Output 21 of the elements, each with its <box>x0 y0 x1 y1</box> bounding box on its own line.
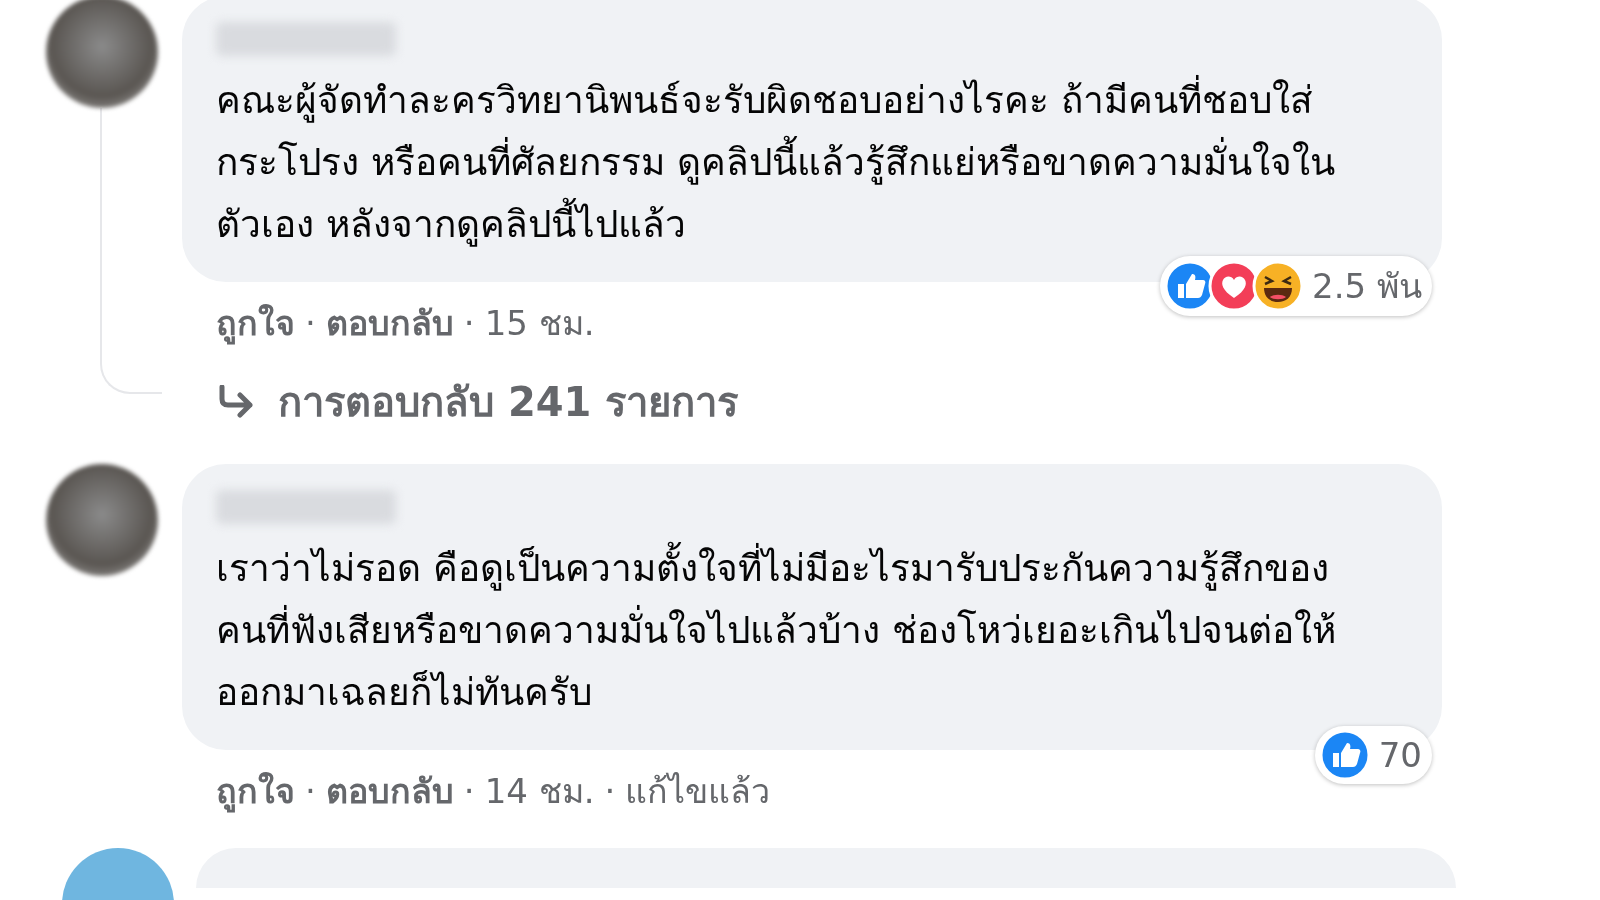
avatar[interactable] <box>46 0 158 108</box>
avatar[interactable] <box>46 464 158 576</box>
separator-dot: · <box>463 771 475 811</box>
reaction-count: 70 <box>1378 735 1422 775</box>
separator-dot: · <box>305 303 316 343</box>
comment-text: คณะผู้จัดทำละครวิทยานิพนธ์จะรับผิดชอบอย่างไรคะ ถ้ามีคนที่ชอบใส่กระโปรง หรือคนที่ศัลยกรรม ดูคลิปนี้แล้วรู้สึกแย่หรือขาดความมั่นใจในตัวเอง หลังจากดูคลิปนี้ไปแล้ว <box>216 70 1352 256</box>
comment-text: เราว่าไม่รอด คือดูเป็นความตั้งใจที่ไม่มีอะไรมารับประกันความรู้สึกของคนที่ฟังเสียหรือขาดความมั่นใจไปแล้วบ้าง ช่องโหว่เยอะเกินไปจนต่อให้ออกมาเฉลยก็ไม่ทันครับ <box>216 538 1352 724</box>
action-link[interactable]: ถูกใจ <box>216 296 295 350</box>
action-link[interactable]: ตอบกลับ <box>325 296 454 350</box>
separator-dot: · <box>463 303 475 343</box>
separator-dot: · <box>604 771 616 811</box>
action-link[interactable]: ถูกใจ <box>216 764 295 818</box>
separator-dot: · <box>305 771 316 811</box>
view-replies-link[interactable]: การตอบกลับ 241 รายการ <box>278 370 739 434</box>
reaction-summary[interactable]: 2.5 พัน <box>1160 256 1432 316</box>
action-link[interactable]: ตอบกลับ <box>325 764 454 818</box>
reaction-count: 2.5 พัน <box>1312 265 1422 308</box>
edited-label: แก้ไขแล้ว <box>625 770 771 813</box>
reaction-summary[interactable]: 70 <box>1314 726 1432 784</box>
timestamp[interactable]: 15 ชม. <box>484 296 595 350</box>
timestamp[interactable]: 14 ชม. <box>484 764 595 818</box>
